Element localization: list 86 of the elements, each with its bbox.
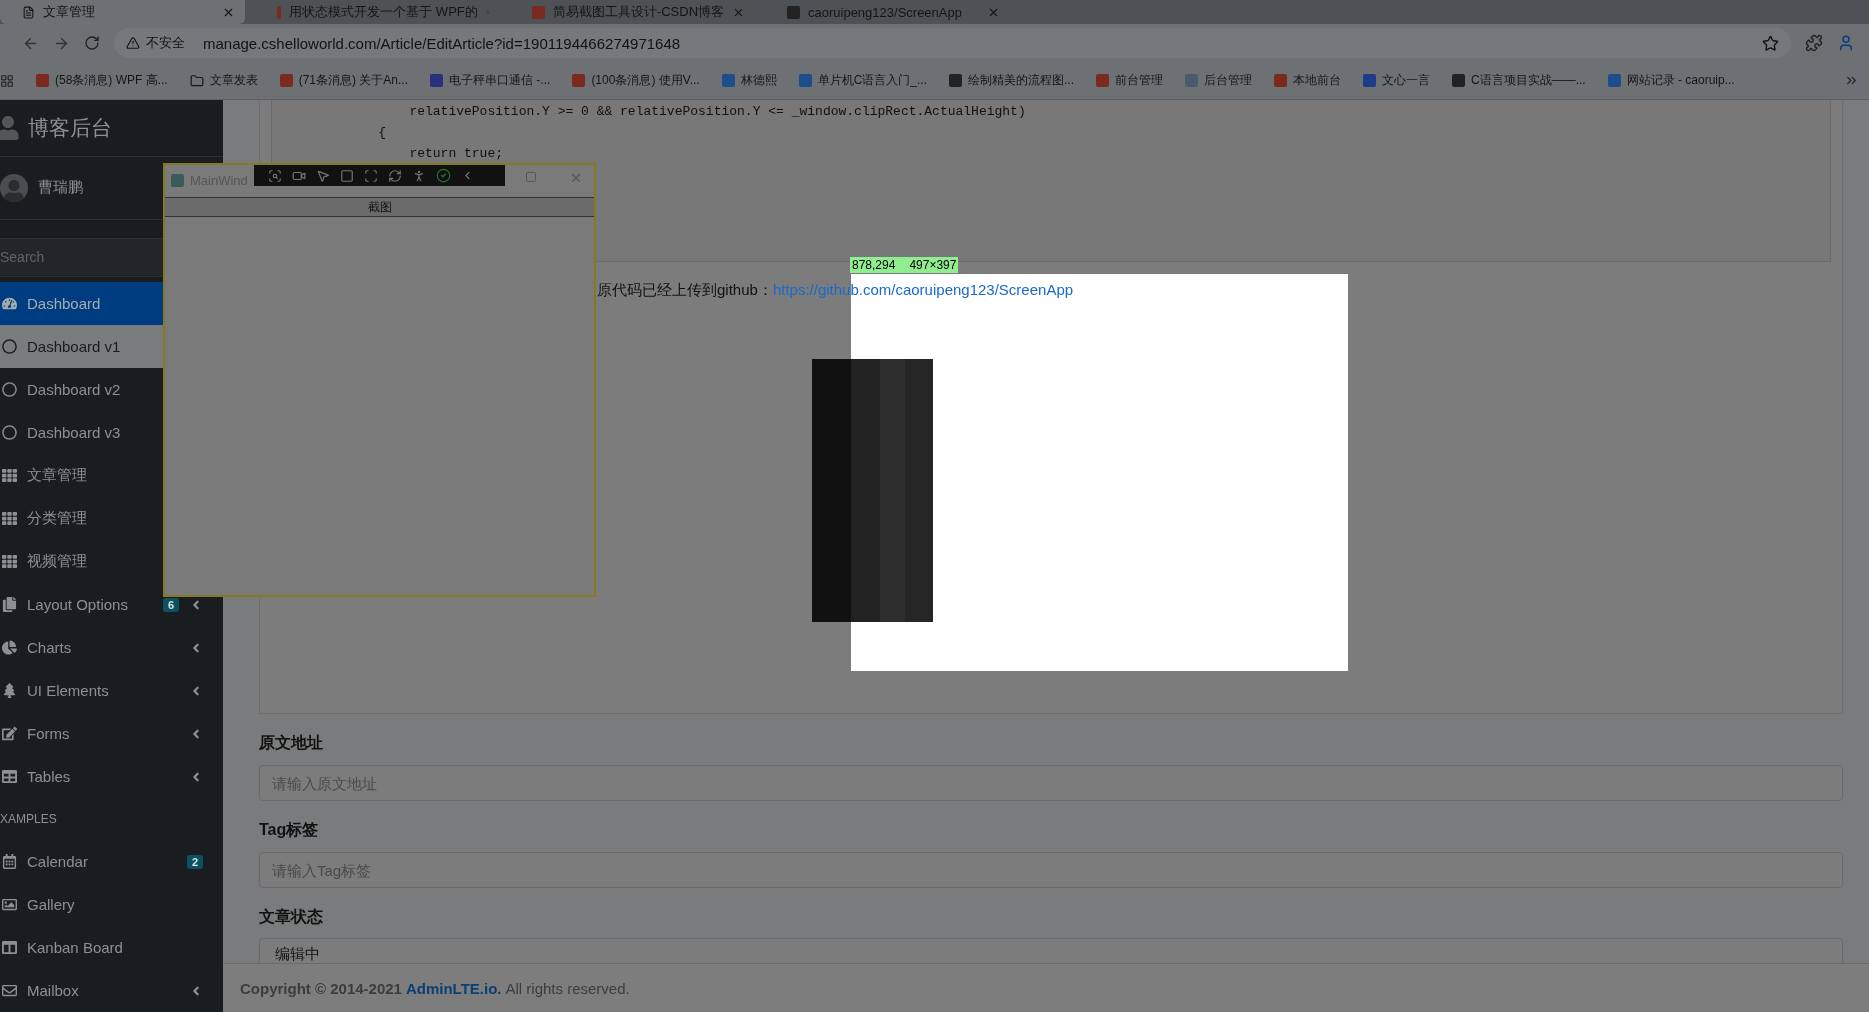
nav-item[interactable]: Dashboard v3 — [0, 411, 223, 454]
bookmark[interactable]: C语言项目实战——... — [1452, 72, 1586, 89]
warning-icon — [126, 36, 140, 50]
star-icon[interactable] — [1762, 34, 1779, 52]
nav-item[interactable]: 分类管理 — [0, 497, 223, 540]
nav-item[interactable]: Calendar 2 — [0, 840, 223, 883]
count-badge: 6 — [162, 597, 179, 612]
logo-icon — [0, 115, 20, 140]
field-label: 文章状态 — [259, 907, 324, 928]
position-text: 878,294 — [852, 257, 896, 273]
accessibility-icon[interactable] — [412, 168, 426, 183]
bookmark[interactable]: 绘制精美的流程图... — [949, 72, 1074, 89]
page-icon — [22, 5, 35, 19]
nav-item[interactable]: Gallery — [0, 883, 223, 926]
check-icon[interactable] — [436, 168, 451, 183]
brand-title: 博客后台 — [28, 114, 112, 141]
scan-icon[interactable] — [364, 168, 378, 183]
maximize-icon[interactable] — [525, 171, 537, 183]
nav-item[interactable]: Dashboard v2 — [0, 368, 223, 411]
nav-icon — [2, 854, 17, 869]
bookmark[interactable]: 网站记录 - caoruip... — [1607, 72, 1735, 89]
nav-icon — [2, 597, 17, 612]
pointer-icon[interactable] — [316, 168, 330, 183]
profile-icon[interactable] — [1837, 34, 1855, 52]
folder-icon — [189, 73, 204, 88]
select-icon[interactable] — [268, 168, 282, 183]
bookmark[interactable]: 林德熙 — [721, 72, 777, 89]
nav-icon — [2, 425, 17, 440]
security-label: 不安全 — [146, 34, 185, 52]
nav-icon — [2, 769, 17, 784]
nav-icon — [2, 339, 17, 354]
nav-icon — [2, 640, 17, 655]
close-icon[interactable] — [569, 171, 583, 185]
bookmark[interactable]: 单片机C语言入门_... — [798, 72, 927, 89]
nav-item[interactable]: 视频管理 — [0, 540, 223, 583]
reload-icon[interactable] — [84, 35, 100, 51]
nav-icon — [2, 940, 17, 955]
bookmark[interactable]: 电子秤串口通信 -... — [430, 72, 551, 89]
avatar — [0, 173, 28, 202]
address-bar[interactable]: 不安全 manage.cshelloworld.com/Article/EditArticle?id=1901194466274971648 — [114, 28, 1791, 58]
nav-item[interactable]: Mailbox — [0, 969, 223, 1012]
browser-tab[interactable]: caoruipeng123/ScreenApp — [765, 0, 1010, 24]
nav-item[interactable]: Tables — [0, 755, 223, 798]
user-name: 曹瑞鹏 — [38, 178, 83, 198]
bookmark[interactable]: 后台管理 — [1185, 72, 1252, 89]
browser-tab[interactable]: 文章管理 — [0, 0, 245, 24]
nav-icon — [2, 468, 17, 483]
nav-item[interactable]: Kanban Board — [0, 926, 223, 969]
extensions-icon[interactable] — [1805, 34, 1823, 52]
nav-icon — [2, 897, 17, 912]
bookmark[interactable]: 本地前台 — [1274, 72, 1341, 89]
refresh-icon[interactable] — [388, 168, 402, 183]
nav-item[interactable]: 文章管理 — [0, 454, 223, 497]
nav-icon — [2, 511, 17, 526]
bookmark[interactable]: 文心一言 — [1363, 72, 1430, 89]
count-badge: 2 — [186, 854, 203, 869]
bookmark[interactable]: 文章发表 — [189, 72, 258, 89]
nav-icon — [2, 983, 17, 998]
bookmark[interactable]: (71条消息) 关于An... — [279, 72, 409, 89]
bookmark[interactable]: (100条消息) 使用V... — [572, 72, 700, 89]
window-icon — [171, 173, 184, 187]
code-line: relativePosition.Y >= 0 && relativePosition.Y <= _window.clipRect.ActualHeight) — [408, 103, 1027, 121]
dimension-text: 497×397 — [909, 257, 957, 273]
nav-item[interactable]: Layout Options 6 — [0, 583, 223, 626]
nav-item[interactable]: Forms — [0, 712, 223, 755]
bookmark[interactable]: 前台管理 — [1096, 72, 1163, 89]
nav-icon — [2, 683, 17, 698]
screenshot-button[interactable]: 截图 — [165, 197, 594, 217]
nav-icon — [2, 296, 17, 311]
apps-icon[interactable] — [0, 73, 14, 88]
url-text: manage.cshelloworld.com/Article/EditArticle?id=1901194466274971648 — [203, 34, 682, 52]
field-label: Tag标签 — [259, 820, 320, 841]
adminlte-link[interactable]: AdminLTE.io. — [405, 979, 502, 997]
code-line: return true; — [408, 145, 505, 163]
code-line: { — [377, 124, 387, 142]
nav-icon — [2, 382, 17, 397]
section-header: XAMPLES — [0, 811, 58, 828]
nav-item[interactable]: Charts — [0, 626, 223, 669]
field-label: 原文地址 — [259, 733, 324, 754]
status-select[interactable]: 编辑中 — [259, 938, 1843, 963]
bookmark[interactable]: (58条消息) WPF 高... — [36, 72, 168, 89]
browser-tab[interactable]: 简易截图工具设计-CSDN博客 — [510, 0, 755, 24]
square-icon[interactable] — [340, 168, 354, 183]
nav-icon — [2, 554, 17, 569]
nav-icon — [2, 726, 17, 741]
nav-item[interactable]: UI Elements — [0, 669, 223, 712]
